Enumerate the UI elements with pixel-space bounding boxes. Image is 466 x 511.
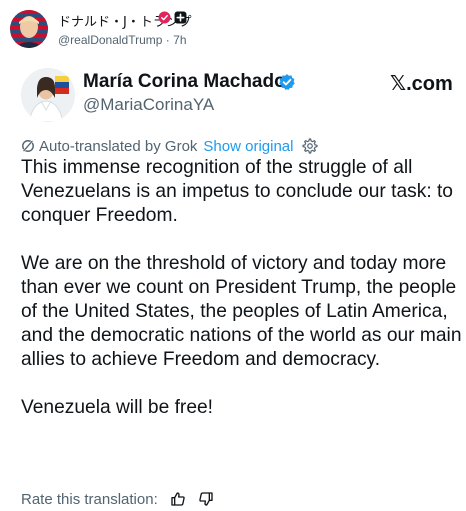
post-header: ドナルド・J・トランプ @realDonaldTrump · 7h xyxy=(10,6,456,48)
verified-badge-icon xyxy=(278,73,296,91)
card-avatar[interactable] xyxy=(21,68,75,122)
square-plus-icon xyxy=(174,11,187,24)
author-handle-line: @realDonaldTrump · 7h xyxy=(58,33,187,47)
translation-bar: Auto-translated by Grok Show original xyxy=(21,136,319,156)
card-handle[interactable]: @MariaCorinaYA xyxy=(83,95,214,115)
body-paragraph-3: Venezuela will be free! xyxy=(21,397,213,418)
author-badges xyxy=(158,11,187,24)
post-time[interactable]: 7h xyxy=(173,33,186,47)
author-avatar[interactable] xyxy=(10,10,48,48)
site-logo: 𝕏.com xyxy=(390,73,453,95)
quoted-card[interactable]: María Corina Machado @MariaCorinaYA 𝕏.co… xyxy=(0,52,466,509)
gear-icon[interactable] xyxy=(302,138,319,154)
rate-label: Rate this translation: xyxy=(21,490,158,508)
thumbs-down-icon[interactable] xyxy=(198,491,214,507)
rate-translation-bar: Rate this translation: xyxy=(21,489,214,509)
body-paragraph-1: This immense recognition of the struggle… xyxy=(21,157,453,226)
grok-icon xyxy=(21,139,35,153)
author-handle[interactable]: @realDonaldTrump xyxy=(58,33,162,47)
thumbs-up-icon[interactable] xyxy=(170,491,186,507)
show-original-link[interactable]: Show original xyxy=(203,138,293,155)
separator: · xyxy=(165,33,170,47)
verified-badge-icon xyxy=(158,11,171,24)
post-body: This immense recognition of the struggle… xyxy=(21,156,465,420)
body-paragraph-2: We are on the threshold of victory and t… xyxy=(21,253,462,370)
card-name[interactable]: María Corina Machado xyxy=(83,71,286,93)
translation-label: Auto-translated by Grok xyxy=(39,137,198,155)
